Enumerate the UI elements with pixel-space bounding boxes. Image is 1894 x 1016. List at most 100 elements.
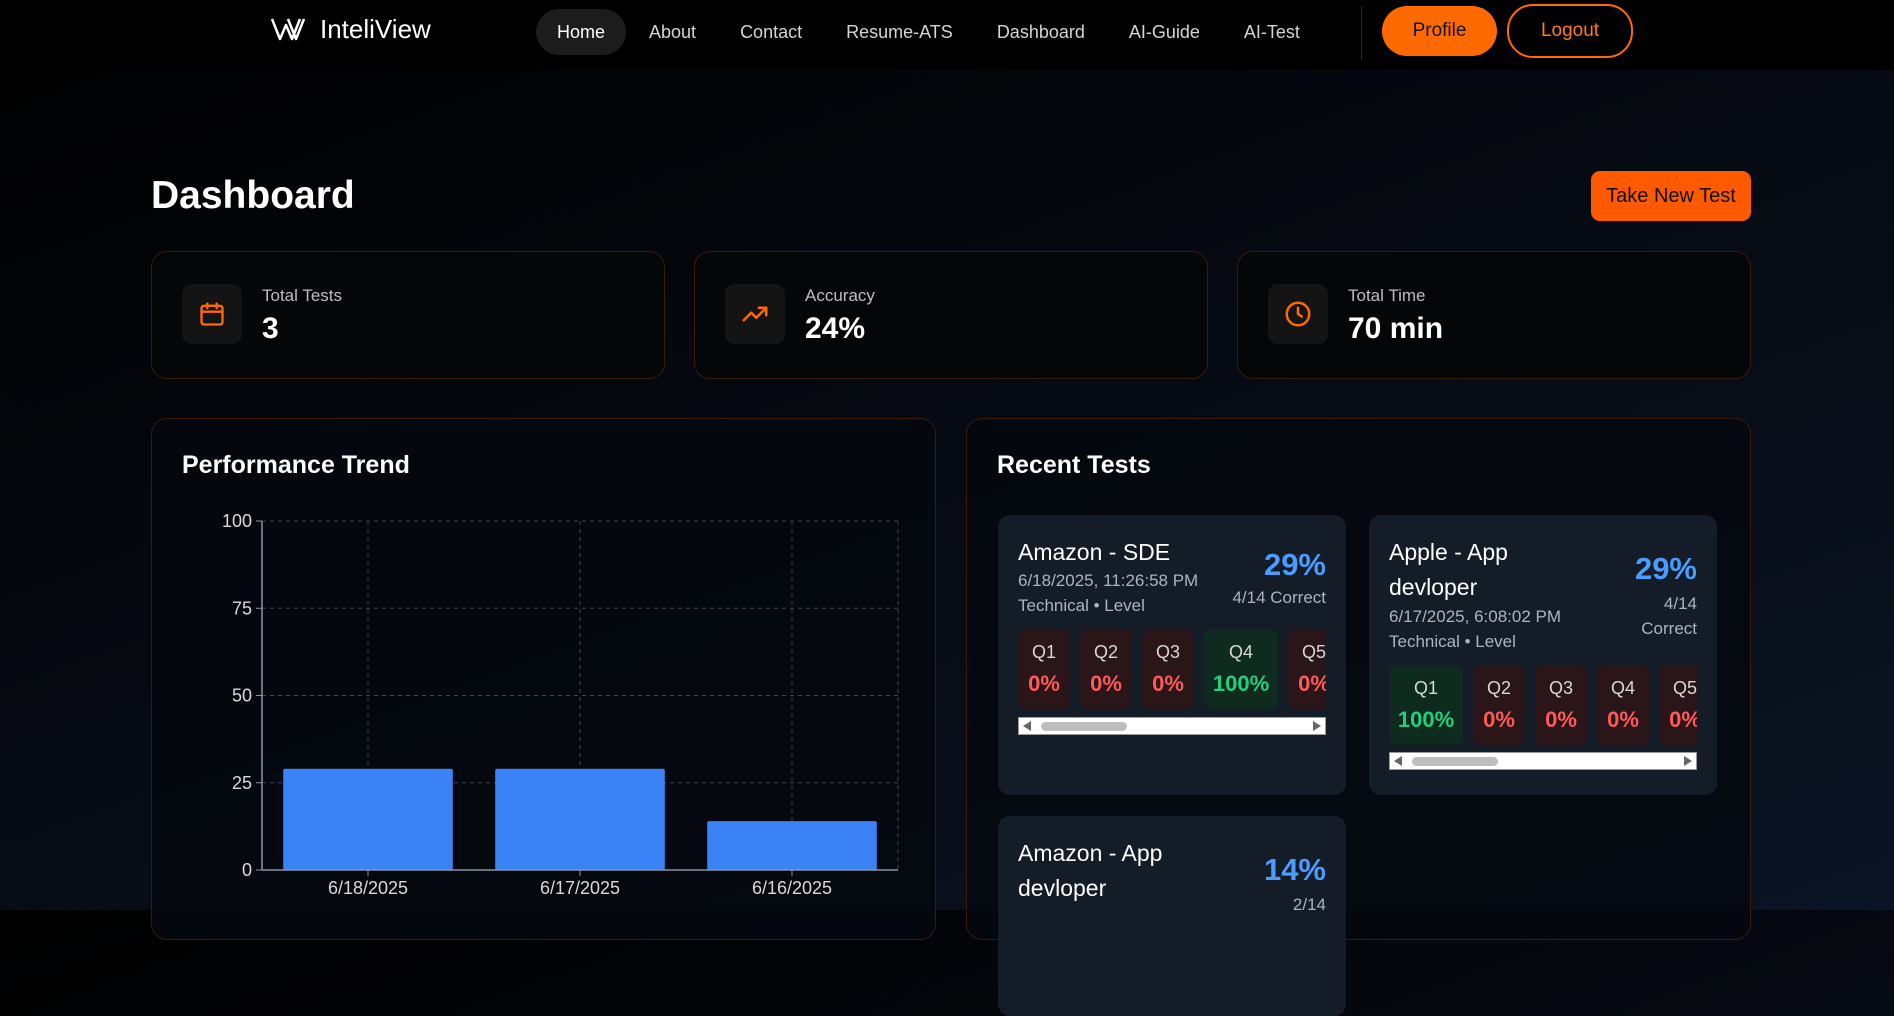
test-date: 6/18/2025, 11:26:58 PM xyxy=(1018,571,1199,590)
y-tick-label: 50 xyxy=(232,686,252,706)
stat-card-total-time: Total Time 70 min xyxy=(1237,251,1751,379)
recent-tests-title: Recent Tests xyxy=(997,451,1151,479)
stat-label: Accuracy xyxy=(805,286,875,305)
scroll-right-icon[interactable] xyxy=(1684,756,1692,766)
take-new-test-button[interactable]: Take New Test xyxy=(1591,171,1751,221)
question-strip: Q1 0% Q2 0% Q3 0% Q4 100% Q5 0% xyxy=(1018,629,1326,709)
question-score: Q5 0% xyxy=(1288,629,1326,709)
question-label: Q1 xyxy=(1031,642,1056,662)
question-label: Q2 xyxy=(1093,642,1118,662)
question-score: Q3 0% xyxy=(1535,665,1587,745)
question-label: Q5 xyxy=(1301,642,1326,662)
question-label: Q3 xyxy=(1548,678,1573,698)
scrollbar-thumb[interactable] xyxy=(1412,757,1498,766)
question-score: Q1 0% xyxy=(1018,629,1070,709)
y-tick-label: 0 xyxy=(242,860,252,880)
test-type: Technical • Level xyxy=(1018,596,1145,615)
clock-icon xyxy=(1268,284,1328,344)
question-value: 0% xyxy=(1028,671,1060,696)
test-card[interactable]: Amazon - App devloper 14% 2/14 xyxy=(998,816,1346,1016)
stat-label: Total Time xyxy=(1348,286,1426,305)
logo[interactable]: InteliView xyxy=(270,14,431,45)
question-score: Q4 100% xyxy=(1204,629,1278,709)
nav-divider xyxy=(1361,6,1362,60)
test-card[interactable]: Apple - App devloper 6/17/2025, 6:08:02 … xyxy=(1369,515,1717,795)
question-strip: Q1 100% Q2 0% Q3 0% Q4 0% Q5 0% xyxy=(1389,665,1697,745)
nav-link-ai-guide[interactable]: AI-Guide xyxy=(1108,9,1221,55)
test-title: Amazon - App devloper xyxy=(1018,840,1163,901)
question-score: Q4 0% xyxy=(1597,665,1649,745)
page-title: Dashboard xyxy=(151,174,355,217)
test-card[interactable]: Amazon - SDE 6/18/2025, 11:26:58 PM Tech… xyxy=(998,515,1346,795)
trending-up-icon xyxy=(725,284,785,344)
nav-link-resume-ats[interactable]: Resume-ATS xyxy=(825,9,974,55)
nav-link-dashboard[interactable]: Dashboard xyxy=(976,9,1106,55)
question-value: 0% xyxy=(1152,671,1184,696)
x-tick-label: 6/16/2025 xyxy=(752,878,832,898)
question-value: 0% xyxy=(1483,707,1515,732)
question-score: Q1 100% xyxy=(1389,665,1463,745)
nav-link-contact[interactable]: Contact xyxy=(719,9,823,55)
logo-icon xyxy=(270,18,306,40)
question-score: Q2 0% xyxy=(1080,629,1132,709)
stat-value: 3 xyxy=(262,312,279,345)
question-value: 0% xyxy=(1298,671,1326,696)
nav-links: Home About Contact Resume-ATS Dashboard … xyxy=(536,9,1323,55)
stat-value: 24% xyxy=(805,312,866,345)
stat-card-accuracy: Accuracy 24% xyxy=(694,251,1208,379)
question-label: Q5 xyxy=(1672,678,1697,698)
y-tick-label: 75 xyxy=(232,598,252,618)
test-date: 6/17/2025, 6:08:02 PM xyxy=(1389,607,1562,626)
logout-button[interactable]: Logout xyxy=(1507,4,1633,58)
nav-link-about[interactable]: About xyxy=(628,9,717,55)
nav-link-home[interactable]: Home xyxy=(536,9,627,55)
scroll-left-icon[interactable] xyxy=(1394,756,1402,766)
scroll-left-icon[interactable] xyxy=(1023,721,1031,731)
nav-link-ai-test[interactable]: AI-Test xyxy=(1223,9,1321,55)
question-label: Q4 xyxy=(1610,678,1635,698)
bar xyxy=(495,768,665,870)
question-value: 100% xyxy=(1397,707,1455,732)
question-label: Q4 xyxy=(1228,642,1253,662)
profile-button[interactable]: Profile xyxy=(1382,6,1497,56)
test-title: Amazon - SDE xyxy=(1018,539,1171,565)
stat-label: Total Tests xyxy=(262,286,343,305)
performance-trend-panel: Performance Trend 0 25 50 75 100 6/18/2025 6/1… xyxy=(151,418,936,940)
stat-value: 70 min xyxy=(1348,312,1444,345)
horizontal-scrollbar[interactable] xyxy=(1389,752,1697,770)
logo-text: InteliView xyxy=(320,14,431,44)
y-tick-label: 100 xyxy=(222,511,252,531)
test-correct: 2/14 xyxy=(1292,895,1326,914)
stat-card-total-tests: Total Tests 3 xyxy=(151,251,665,379)
y-tick-label: 25 xyxy=(232,773,252,793)
test-correct: 4/14 Correct xyxy=(1641,594,1697,638)
test-correct: 4/14 Correct xyxy=(1232,588,1326,607)
question-label: Q3 xyxy=(1155,642,1180,662)
scroll-right-icon[interactable] xyxy=(1313,721,1321,731)
question-value: 100% xyxy=(1212,671,1270,696)
question-score: Q2 0% xyxy=(1473,665,1525,745)
horizontal-scrollbar[interactable] xyxy=(1018,717,1326,735)
test-title: Apple - App devloper xyxy=(1389,539,1508,600)
recent-tests-panel: Recent Tests Amazon - SDE 6/18/2025, 11:… xyxy=(966,418,1751,1016)
x-tick-label: 6/18/2025 xyxy=(328,878,408,898)
navbar: InteliView Home About Contact Resume-ATS… xyxy=(0,0,1894,70)
scrollbar-thumb[interactable] xyxy=(1041,722,1127,731)
question-score: Q3 0% xyxy=(1142,629,1194,709)
question-value: 0% xyxy=(1545,707,1577,732)
test-type: Technical • Level xyxy=(1389,632,1516,651)
x-tick-label: 6/17/2025 xyxy=(540,878,620,898)
bar xyxy=(707,821,877,870)
test-percent: 29% xyxy=(1263,547,1326,582)
test-percent: 14% xyxy=(1263,852,1326,887)
question-value: 0% xyxy=(1669,707,1697,732)
test-percent: 29% xyxy=(1634,551,1697,586)
question-value: 0% xyxy=(1607,707,1639,732)
question-label: Q1 xyxy=(1413,678,1438,698)
bar xyxy=(283,768,453,870)
question-label: Q2 xyxy=(1486,678,1511,698)
calendar-icon xyxy=(182,284,242,344)
performance-chart: 0 25 50 75 100 6/18/2025 6/17/2025 6/16/2025 xyxy=(222,511,899,898)
question-score: Q5 0% xyxy=(1659,665,1697,745)
question-value: 0% xyxy=(1090,671,1122,696)
